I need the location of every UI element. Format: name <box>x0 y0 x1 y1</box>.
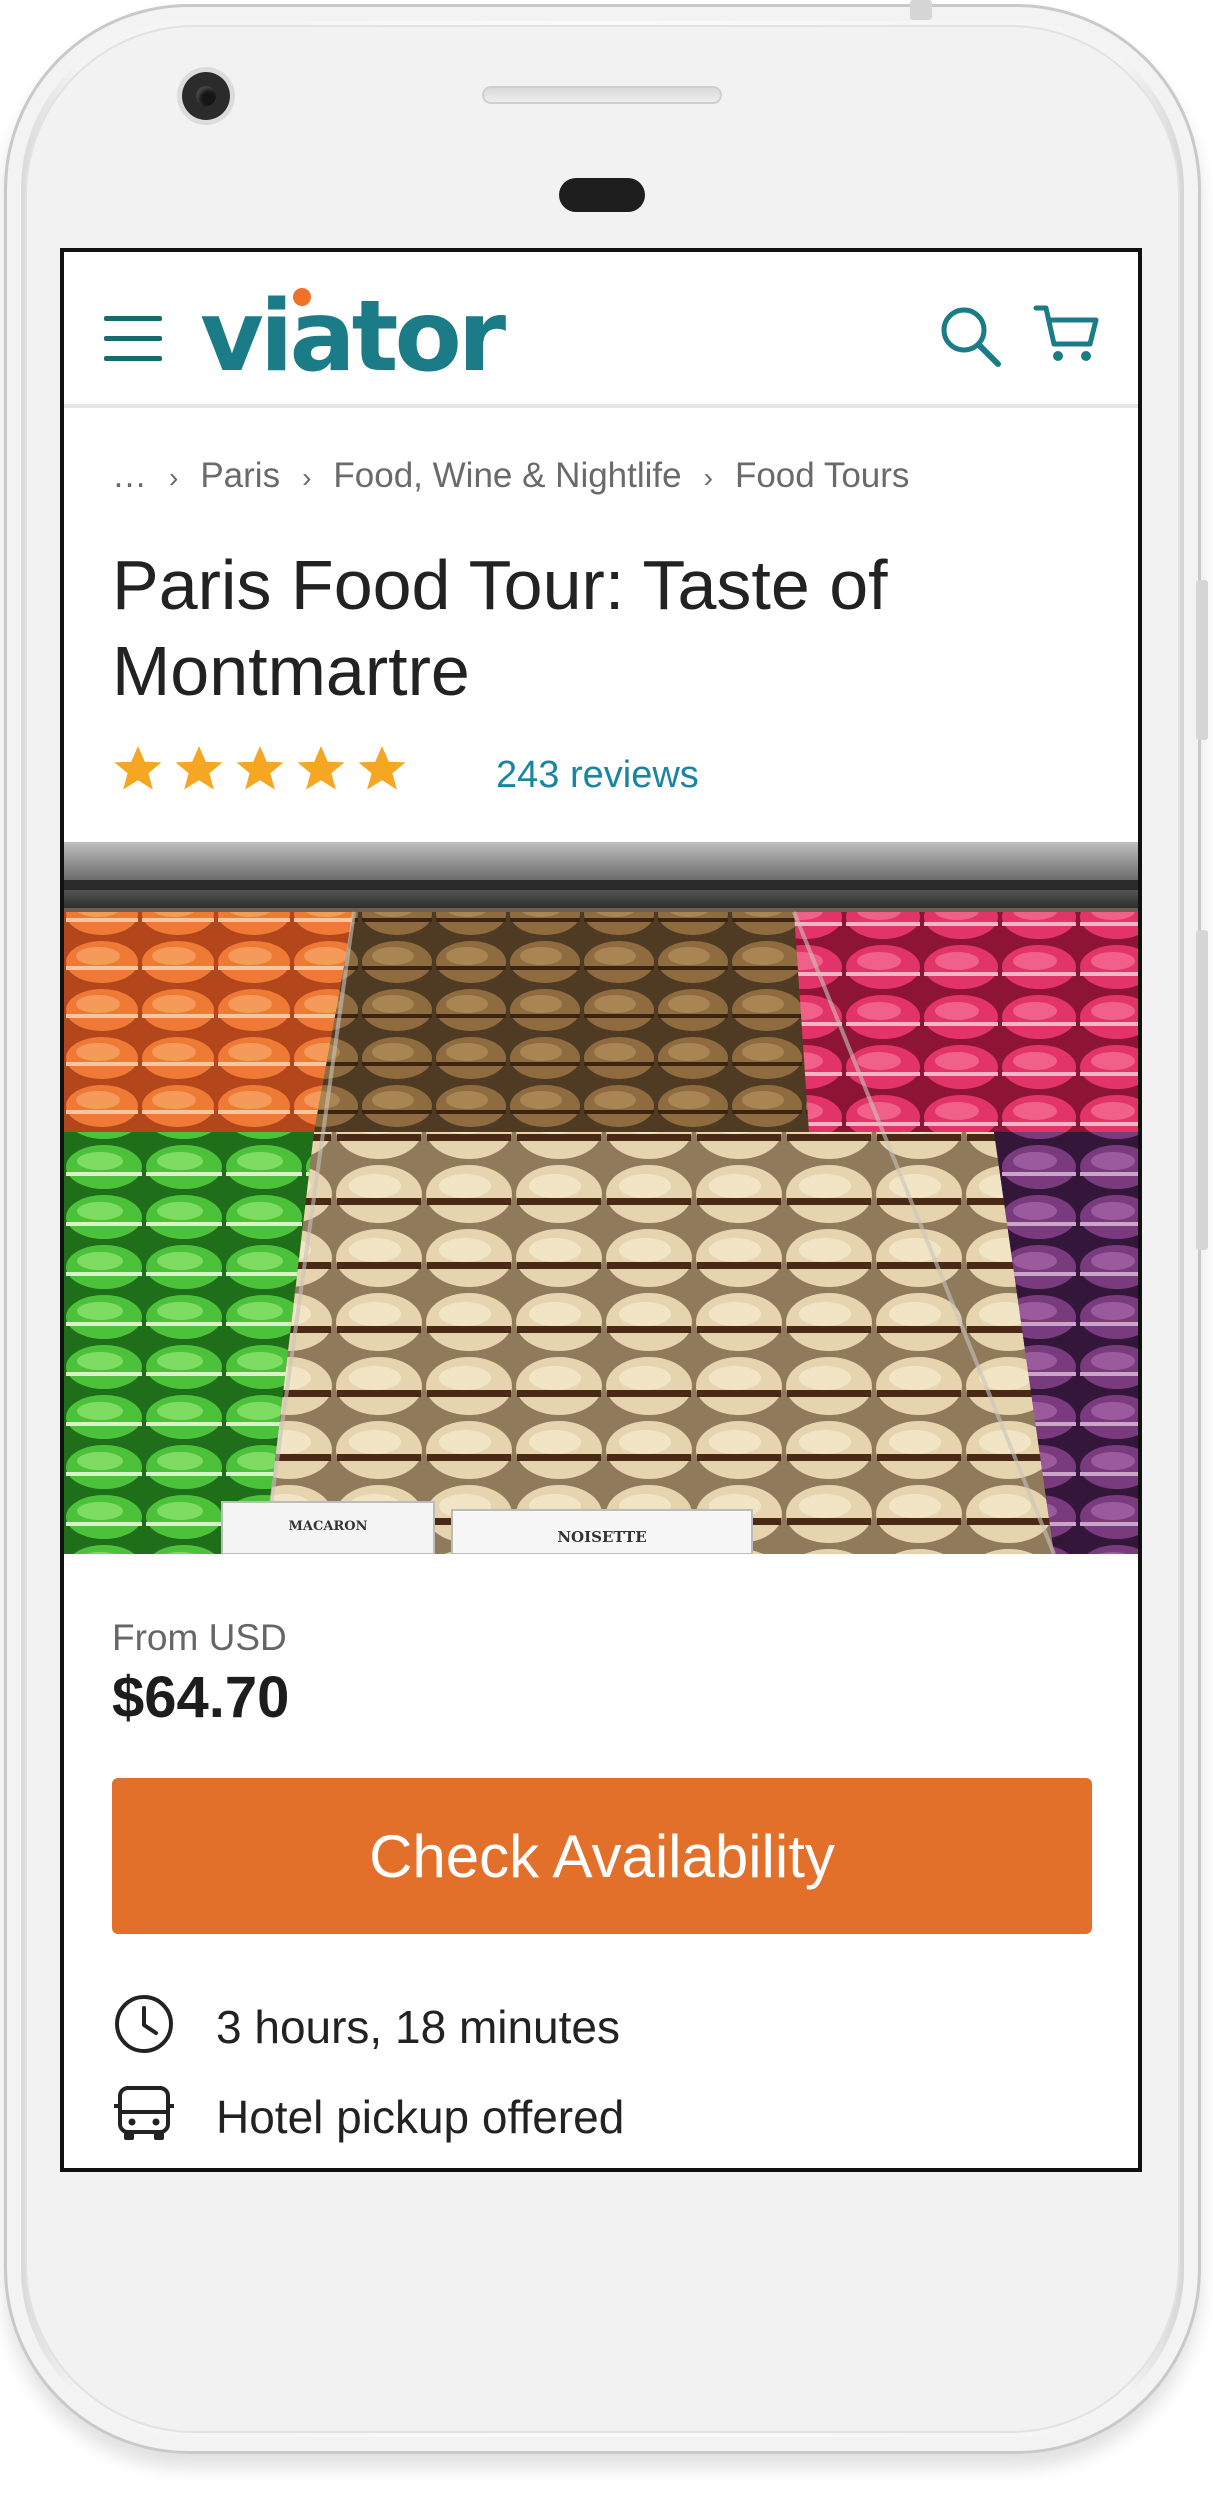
breadcrumb-ellipsis[interactable]: … <box>112 456 147 495</box>
phone-top-button <box>910 0 932 20</box>
reviews-link[interactable]: 243 reviews <box>496 754 699 797</box>
breadcrumb-item-food-wine-nightlife[interactable]: Food, Wine & Nightlife <box>333 456 681 495</box>
logo-accent-dot <box>293 288 311 306</box>
breadcrumb-separator: › <box>703 462 713 493</box>
top-navigation-bar: viator <box>64 252 1138 408</box>
breadcrumb-item-paris[interactable]: Paris <box>200 456 280 495</box>
breadcrumb-item-food-tours[interactable]: Food Tours <box>735 456 909 495</box>
photo-label-macaron: MACARON <box>289 1519 368 1534</box>
app-screen: viator … › Paris › Food, Wine & Nightlife › Fo… <box>60 248 1142 2172</box>
price-value: $64.70 <box>112 1665 290 1730</box>
page-title: Paris Food Tour: Taste of Montmartre <box>112 546 888 710</box>
search-icon[interactable] <box>936 302 1006 372</box>
photo-label-noisette: NOISETTE <box>557 1528 646 1546</box>
proximity-sensor <box>559 178 645 212</box>
page: viator … › Paris › Food, Wine & Nightlife › Fo… <box>0 0 1213 2510</box>
pickup-text: Hotel pickup offered <box>216 2091 625 2143</box>
clock-icon <box>115 1995 173 2053</box>
breadcrumb-separator: › <box>169 462 179 493</box>
earpiece-speaker <box>482 86 722 104</box>
phone-side-button-lower <box>1196 930 1208 1250</box>
macarons-image: MACARON NOISETTE <box>64 842 1138 1555</box>
check-availability-button[interactable]: Check Availability <box>112 1778 1092 1934</box>
price-from-label: From USD <box>112 1617 287 1658</box>
viator-logo[interactable]: viator <box>200 288 506 386</box>
shopping-cart-icon[interactable] <box>1032 300 1102 370</box>
duration-text: 3 hours, 18 minutes <box>216 2001 621 2053</box>
bus-icon <box>114 2086 174 2140</box>
breadcrumb-separator: › <box>302 462 312 493</box>
breadcrumb: … › Paris › Food, Wine & Nightlife › Food Tour… <box>112 456 909 496</box>
phone-side-button-upper <box>1196 580 1208 740</box>
star-rating-icon <box>114 746 406 790</box>
product-photo[interactable]: MACARON NOISETTE <box>64 842 1138 1555</box>
front-camera <box>182 72 230 120</box>
hamburger-menu-icon[interactable] <box>104 316 162 362</box>
